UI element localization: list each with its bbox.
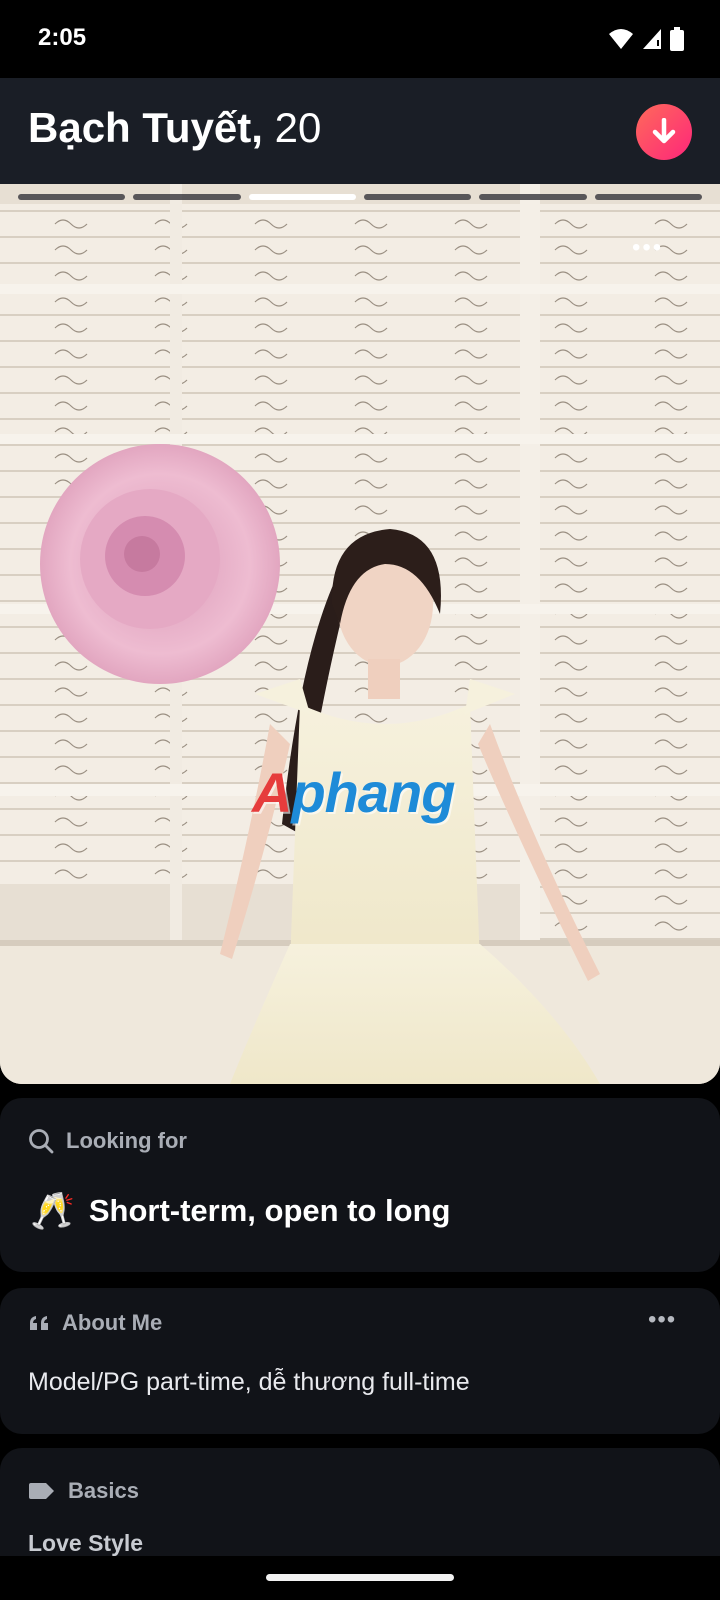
about-me-heading: About Me	[28, 1310, 162, 1336]
about-more-button[interactable]: •••	[648, 1306, 676, 1334]
status-icons	[608, 26, 684, 52]
system-nav-bar	[0, 1556, 720, 1600]
photo-progress-segment	[363, 194, 472, 200]
signal-icon	[643, 29, 661, 49]
home-indicator[interactable]	[266, 1574, 454, 1581]
status-bar: 2:05	[0, 0, 720, 78]
looking-for-heading: Looking for	[28, 1128, 187, 1154]
photo-progress-segment	[133, 194, 241, 200]
profile-age: 20	[274, 104, 322, 151]
looking-for-value: Short-term, open to long	[88, 1193, 451, 1228]
profile-name: Bạch Tuyết,	[28, 104, 263, 151]
photo-more-button[interactable]: •••	[632, 234, 663, 262]
photo-image	[0, 184, 720, 1084]
looking-for-label: Looking for	[66, 1128, 187, 1153]
collapse-profile-button[interactable]	[636, 104, 692, 160]
photo-progress-segment-active	[248, 194, 356, 200]
watermark: Aphang	[252, 761, 455, 824]
about-me-label: About Me	[62, 1310, 163, 1335]
profile-header: Bạch Tuyết, 20	[0, 78, 720, 184]
photo-progress-segment	[18, 194, 126, 200]
arrow-down-icon	[652, 118, 676, 144]
love-style-label: Love Style	[28, 1530, 144, 1556]
search-icon	[29, 1129, 54, 1154]
about-me-text: Model/PG part-time, dễ thương full-time	[28, 1368, 470, 1396]
basics-heading: Basics	[28, 1478, 139, 1504]
looking-for-value-row: 🥂 Short-term, open to long	[30, 1190, 450, 1232]
about-me-card: About Me ••• Model/PG part-time, dễ thươ…	[0, 1288, 720, 1434]
quote-icon	[30, 1316, 48, 1330]
battery-icon	[670, 27, 684, 51]
wifi-icon	[609, 29, 633, 49]
clinking-glasses-icon: 🥂	[30, 1191, 75, 1232]
photo-progress-segment	[594, 194, 702, 200]
looking-for-card: Looking for 🥂 Short-term, open to long	[0, 1098, 720, 1272]
photo-progress-segment	[479, 194, 587, 200]
status-time: 2:05	[38, 24, 87, 51]
profile-title: Bạch Tuyết, 20	[28, 104, 321, 152]
basics-label: Basics	[68, 1478, 139, 1503]
tag-icon	[29, 1483, 54, 1499]
profile-photo[interactable]: ••• Aphang	[0, 184, 720, 1084]
photo-progress	[18, 194, 702, 200]
